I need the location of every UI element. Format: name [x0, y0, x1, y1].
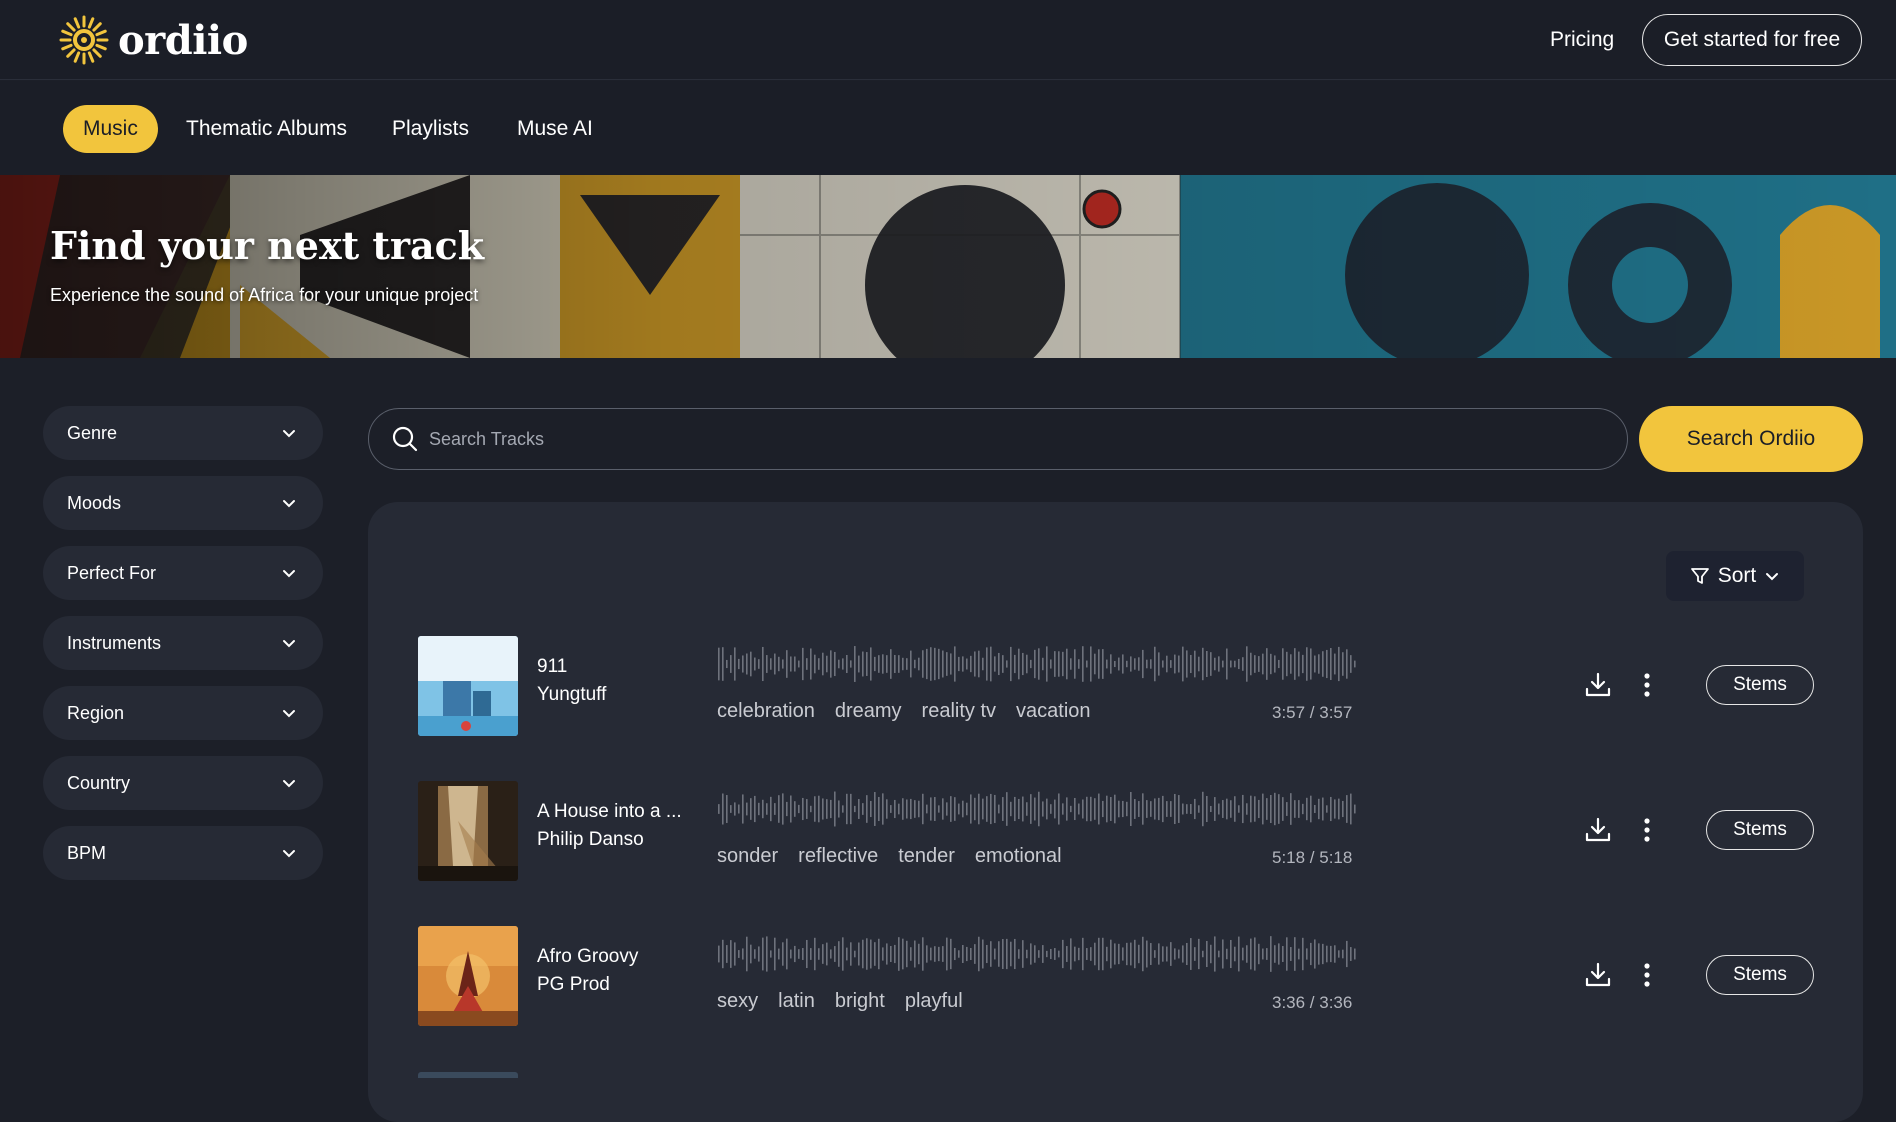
tag[interactable]: tender: [898, 845, 955, 868]
download-button[interactable]: [1582, 959, 1614, 991]
logo-text: ordiio: [118, 16, 248, 64]
filter-label: Region: [67, 702, 125, 723]
tag[interactable]: emotional: [975, 845, 1062, 868]
track-title[interactable]: Afro Groovy: [537, 946, 697, 968]
stems-button[interactable]: Stems: [1706, 665, 1814, 705]
get-started-button[interactable]: Get started for free: [1642, 14, 1862, 66]
filter-genre[interactable]: Genre: [43, 406, 323, 460]
chevron-down-icon: [283, 430, 295, 438]
more-options-button[interactable]: [1631, 669, 1663, 701]
track-artist[interactable]: Yungtuff: [537, 684, 606, 706]
hero-banner: Find your next track Experience the soun…: [0, 175, 1896, 358]
tab-music[interactable]: Music: [63, 105, 158, 153]
tag[interactable]: reality tv: [922, 700, 996, 723]
tab-thematic-albums[interactable]: Thematic Albums: [166, 105, 367, 153]
filter-label: Moods: [67, 492, 122, 513]
chevron-down-icon: [283, 850, 295, 858]
kebab-menu-icon: [1644, 963, 1650, 987]
chevron-down-icon: [1766, 573, 1779, 581]
filter-country[interactable]: Country: [43, 756, 323, 810]
top-header: ordiio Pricing Get started for free: [0, 0, 1896, 80]
album-cover-image[interactable]: [418, 636, 518, 736]
logo[interactable]: ordiio: [58, 14, 248, 66]
download-button[interactable]: [1582, 814, 1614, 846]
tag[interactable]: vacation: [1016, 700, 1091, 723]
filter-label: Country: [67, 772, 131, 793]
filter-perfect-for[interactable]: Perfect For: [43, 546, 323, 600]
chevron-down-icon: [283, 640, 295, 648]
chevron-down-icon: [283, 570, 295, 578]
download-icon: [1585, 672, 1611, 697]
filter-region[interactable]: Region: [43, 686, 323, 740]
track-artist[interactable]: Philip Danso: [537, 829, 644, 851]
stems-button[interactable]: Stems: [1706, 810, 1814, 850]
filter-instruments[interactable]: Instruments: [43, 616, 323, 670]
sort-label: Sort: [1717, 564, 1757, 587]
kebab-menu-icon: [1644, 818, 1650, 842]
chevron-down-icon: [283, 710, 295, 718]
track-time: 3:57 / 3:57: [1272, 703, 1353, 722]
more-options-button[interactable]: [1631, 959, 1663, 991]
waveform[interactable]: [718, 790, 1358, 828]
album-cover-image[interactable]: [418, 1072, 518, 1078]
tag[interactable]: celebration: [717, 700, 815, 723]
tag[interactable]: sonder: [717, 845, 778, 868]
track-title[interactable]: A House into a ...: [537, 801, 697, 823]
download-button[interactable]: [1582, 669, 1614, 701]
waveform[interactable]: [718, 645, 1358, 683]
tab-muse-ai[interactable]: Muse AI: [497, 105, 613, 153]
sort-button[interactable]: Sort: [1666, 551, 1804, 601]
track-title[interactable]: 911: [537, 656, 697, 678]
track-time: 3:36 / 3:36: [1272, 993, 1353, 1012]
kebab-menu-icon: [1644, 673, 1650, 697]
category-nav: Music Thematic Albums Playlists Muse AI: [0, 81, 1896, 175]
stems-button[interactable]: Stems: [1706, 955, 1814, 995]
track-time: 5:18 / 5:18: [1272, 848, 1353, 867]
filter-bpm[interactable]: BPM: [43, 826, 323, 880]
filter-moods[interactable]: Moods: [43, 476, 323, 530]
track-artist[interactable]: PG Prod: [537, 974, 610, 996]
track-row[interactable]: 911 Yungtuff celebration dreamy reality …: [368, 630, 1863, 740]
tag[interactable]: bright: [835, 990, 885, 1013]
album-cover-image[interactable]: [418, 781, 518, 881]
filter-label: BPM: [67, 842, 107, 863]
filter-label: Genre: [67, 422, 118, 443]
filter-funnel-icon: [1690, 568, 1709, 584]
filter-label: Perfect For: [67, 562, 157, 583]
hero-title: Find your next track: [50, 223, 485, 268]
search-bar: [368, 408, 1628, 470]
search-button[interactable]: Search Ordiio: [1639, 406, 1863, 472]
sun-logo-icon: [59, 15, 109, 65]
track-tags: celebration dreamy reality tv vacation: [717, 700, 1091, 723]
tab-playlists[interactable]: Playlists: [372, 105, 489, 153]
tag[interactable]: playful: [905, 990, 963, 1013]
search-icon: [392, 426, 418, 452]
tag[interactable]: dreamy: [835, 700, 902, 723]
track-row[interactable]: A House into a ... Philip Danso sonder r…: [368, 775, 1863, 885]
waveform[interactable]: [718, 935, 1358, 973]
tag[interactable]: latin: [778, 990, 815, 1013]
pricing-link[interactable]: Pricing: [1550, 28, 1614, 52]
track-tags: sonder reflective tender emotional: [717, 845, 1062, 868]
chevron-down-icon: [283, 500, 295, 508]
search-input[interactable]: [429, 428, 1579, 450]
filter-label: Instruments: [67, 632, 162, 653]
hero-subtitle: Experience the sound of Africa for your …: [50, 285, 479, 305]
download-icon: [1585, 817, 1611, 842]
track-row[interactable]: Afro Groovy PG Prod sexy latin bright pl…: [368, 920, 1863, 1030]
chevron-down-icon: [283, 780, 295, 788]
tag[interactable]: reflective: [798, 845, 878, 868]
tag[interactable]: sexy: [717, 990, 758, 1013]
download-icon: [1585, 962, 1611, 987]
more-options-button[interactable]: [1631, 814, 1663, 846]
track-tags: sexy latin bright playful: [717, 990, 963, 1013]
album-cover-image[interactable]: [418, 926, 518, 1026]
